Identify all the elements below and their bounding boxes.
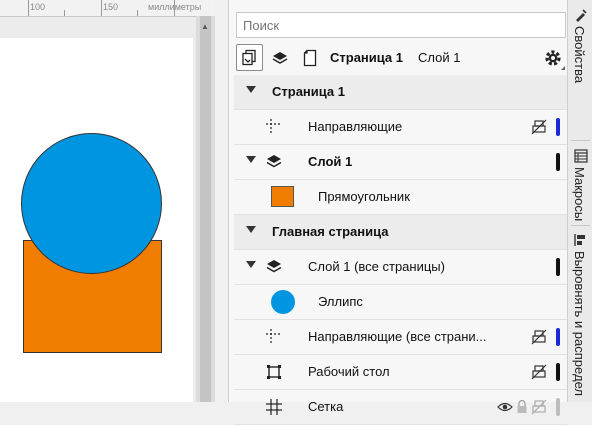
tree-row-rectangle[interactable]: Прямоугольник (234, 180, 567, 215)
tree-row-ellipse[interactable]: Эллипс (234, 285, 567, 320)
ellipse-thumbnail (271, 290, 295, 314)
printer-toggle-icon[interactable] (531, 329, 547, 345)
tab-label: Свойства (572, 26, 587, 84)
tree-row-master-layer[interactable]: Слой 1 (все страницы) (234, 250, 567, 285)
layer-color-bar (556, 328, 560, 346)
printer-toggle-icon[interactable] (531, 119, 547, 135)
tree-row-master-page[interactable]: Главная страница (234, 215, 567, 250)
current-layer-label[interactable]: Слой 1 (418, 50, 460, 65)
gear-icon (545, 50, 561, 66)
printer-toggle-icon[interactable] (531, 364, 547, 380)
collapse-caret-icon[interactable] (246, 226, 256, 233)
corner-triangle-icon (561, 66, 565, 70)
object-tree: Страница 1 Направляющие Слой 1 Прямоугол… (234, 75, 567, 425)
scroll-up-arrow-icon[interactable]: ▲ (201, 22, 209, 31)
tree-label: Прямоугольник (318, 189, 410, 204)
tree-label: Слой 1 (все страницы) (308, 259, 445, 274)
horizontal-ruler: 100 150 миллиметры (0, 0, 215, 17)
scrollbar-thumb[interactable] (200, 16, 211, 402)
lock-icon[interactable] (516, 399, 528, 415)
collapse-caret-icon[interactable] (246, 86, 256, 93)
tab-label: Макросы (572, 167, 587, 222)
tree-label: Главная страница (272, 224, 389, 239)
tab-properties[interactable]: Свойства (568, 4, 592, 140)
ruler-label-100: 100 (30, 2, 46, 12)
ruler-tick (174, 0, 175, 16)
layers-icon (266, 260, 282, 273)
guides-icon (266, 119, 282, 135)
tree-row-master-guides[interactable]: Направляющие (все страни... (234, 320, 567, 355)
tab-macros[interactable]: Макросы (568, 145, 592, 225)
tree-label: Слой 1 (308, 154, 353, 169)
ruler-tick (64, 10, 65, 16)
panel-options-button[interactable] (540, 45, 566, 71)
page-view-button[interactable] (298, 46, 322, 70)
ruler-tick (101, 0, 102, 16)
ellipse-shape[interactable] (21, 133, 162, 274)
tab-align-distribute[interactable]: Выровнять и распредел (568, 229, 592, 402)
layers-view-button[interactable] (268, 46, 292, 70)
tab-divider (571, 140, 590, 141)
layers-icon (272, 52, 288, 64)
tree-label: Направляющие (308, 119, 403, 134)
current-page-label[interactable]: Страница 1 (330, 50, 403, 65)
ruler-label-150: 150 (103, 2, 119, 12)
align-icon (574, 234, 585, 246)
layer-color-bar (556, 258, 560, 276)
macros-icon (574, 149, 588, 163)
ruler-tick (28, 0, 29, 16)
tree-label: Рабочий стол (308, 364, 390, 379)
tree-row-layer1[interactable]: Слой 1 (234, 145, 567, 180)
tab-label: Выровнять и распредел (572, 251, 587, 396)
tree-label: Направляющие (все страни... (308, 329, 487, 344)
tree-label: Сетка (308, 399, 344, 414)
objects-view-icon (242, 49, 256, 66)
tab-divider (571, 225, 590, 226)
collapse-caret-icon[interactable] (246, 261, 256, 268)
tree-row-desktop[interactable]: Рабочий стол (234, 355, 567, 390)
properties-icon (576, 9, 587, 22)
printer-toggle-icon[interactable] (531, 399, 547, 415)
collapse-caret-icon[interactable] (246, 156, 256, 163)
tree-label: Страница 1 (272, 84, 345, 99)
layer-color-bar (556, 398, 560, 416)
layer-color-bar (556, 153, 560, 171)
layer-color-bar (556, 118, 560, 136)
visibility-eye-icon[interactable] (497, 399, 513, 415)
rectangle-thumbnail (271, 186, 294, 207)
page-icon (303, 49, 317, 67)
layer-color-bar (556, 363, 560, 381)
tree-row-grid[interactable]: Сетка (234, 390, 567, 425)
search-input[interactable] (236, 12, 566, 38)
docker-tabs: Свойства Макросы Выровнять и распредел (567, 0, 592, 402)
tree-row-guides[interactable]: Направляющие (234, 110, 567, 145)
desktop-icon (267, 365, 281, 379)
guides-icon (266, 329, 282, 345)
tree-label: Эллипс (318, 294, 363, 309)
vertical-scrollbar[interactable]: ▲ (196, 16, 215, 402)
objects-view-button[interactable] (236, 44, 263, 71)
layers-icon (266, 155, 282, 168)
drawing-canvas[interactable]: 100 150 миллиметры ▲ (0, 0, 215, 402)
ruler-tick (137, 10, 138, 16)
grid-icon (266, 399, 282, 415)
tree-row-page1[interactable]: Страница 1 (234, 75, 567, 110)
